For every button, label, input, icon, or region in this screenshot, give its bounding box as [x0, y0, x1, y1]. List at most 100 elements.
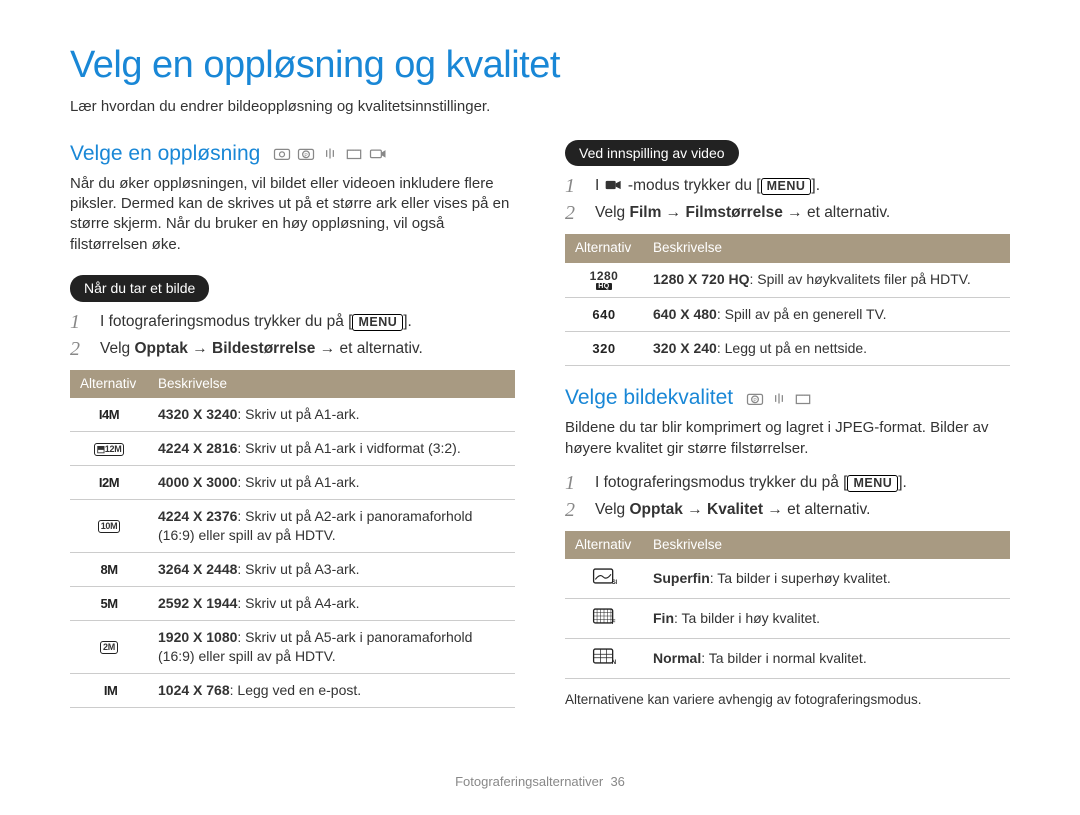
cell-bold: Fin — [653, 610, 674, 626]
cell-text: : Skriv ut på A1-ark. — [237, 406, 359, 422]
cell-text: : Legg ved en e-post. — [230, 682, 362, 698]
svg-text:P: P — [753, 397, 757, 403]
th-alternativ: Alternativ — [70, 370, 148, 398]
cell-bold: 1280 X 720 HQ — [653, 271, 750, 287]
step-arrow: → — [188, 340, 212, 357]
smart-icon — [272, 146, 292, 161]
table-row: I4M 4320 X 3240: Skriv ut på A1-ark. — [70, 398, 515, 432]
cell-text: : Legg ut på en nettside. — [717, 340, 867, 356]
step-bold: Kvalitet — [707, 501, 763, 518]
table-row: F Fin: Ta bilder i høy kvalitet. — [565, 598, 1010, 638]
step-text: I fotograferingsmodus trykker du på [ — [100, 313, 352, 330]
res-w10m-icon: 10M — [98, 520, 121, 533]
cell-bold: 4224 X 2376 — [158, 508, 237, 524]
quality-normal-icon: N — [591, 646, 617, 671]
table-row: 2M1920 X 1080: Skriv ut på A5-ark i pano… — [70, 620, 515, 673]
cell-text: : Ta bilder i superhøy kvalitet. — [710, 570, 891, 586]
menu-button: MENU — [761, 178, 812, 195]
intro-text: Når du øker oppløsningen, vil bildet ell… — [70, 174, 515, 255]
quality-intro: Bildene du tar blir komprimert og lagret… — [565, 418, 1010, 459]
res-14m-icon: I4M — [99, 406, 119, 424]
menu-button: MENU — [352, 314, 403, 331]
res-1280hq-icon: 1280HQ — [590, 270, 619, 290]
program-icon: P — [745, 391, 765, 406]
cell-bold: 4000 X 3000 — [158, 474, 237, 490]
footer-page-number: 36 — [610, 774, 624, 789]
quality-step-1: I fotograferingsmodus trykker du på [MEN… — [565, 473, 1010, 494]
step-text: → et alternativ. — [315, 340, 422, 357]
cell-bold: 2592 X 1944 — [158, 595, 237, 611]
step-bold: Bildestørrelse — [212, 340, 315, 357]
cell-text: : Ta bilder i høy kvalitet. — [674, 610, 820, 626]
photo-steps: I fotograferingsmodus trykker du på [MEN… — [70, 312, 515, 360]
page-footer: Fotograferingsalternativer 36 — [0, 773, 1080, 791]
quality-table: Alternativ Beskrivelse SFSuperfin: Ta bi… — [565, 531, 1010, 679]
quality-step-2: Velg Opptak → Kvalitet → et alternativ. — [565, 500, 1010, 521]
photo-res-table: Alternativ Beskrivelse I4M4320 X 3240: S… — [70, 370, 515, 708]
quality-fine-icon: F — [591, 606, 617, 631]
cell-bold: 3264 X 2448 — [158, 561, 237, 577]
cell-bold: 320 X 240 — [653, 340, 717, 356]
cell-bold: Normal — [653, 650, 701, 666]
mode-icons-row: P — [745, 391, 813, 406]
section-heading-quality: Velge bildekvalitet P — [565, 384, 1010, 412]
step-bold: Opptak — [629, 501, 682, 518]
cell-text: : Ta bilder i normal kvalitet. — [701, 650, 866, 666]
scene-icon — [793, 391, 813, 406]
step-arrow: → — [661, 204, 685, 221]
heading-label: Velge en oppløsning — [70, 140, 260, 168]
table-row: 5M2592 X 1944: Skriv ut på A4-ark. — [70, 586, 515, 620]
page-title: Velg en oppløsning og kvalitet — [70, 40, 1010, 91]
left-column: Velge en oppløsning P Når du øker oppløs… — [70, 140, 515, 718]
table-row: 320320 X 240: Legg ut på en nettside. — [565, 331, 1010, 365]
cell-bold: 640 X 480 — [653, 306, 717, 322]
video-mode-icon — [604, 178, 624, 193]
step-text: ]. — [898, 474, 907, 491]
svg-text:N: N — [612, 659, 616, 665]
th-beskrivelse: Beskrivelse — [643, 531, 1010, 559]
res-5m-icon: 5M — [100, 595, 117, 613]
table-row: ⬒12M4224 X 2816: Skriv ut på A1-ark i vi… — [70, 431, 515, 465]
th-beskrivelse: Beskrivelse — [643, 234, 1010, 262]
cell-bold: 1920 X 1080 — [158, 629, 237, 645]
table-row: 10M4224 X 2376: Skriv ut på A2-ark i pan… — [70, 499, 515, 552]
dual-is-icon — [320, 146, 340, 161]
res-8m-icon: 8M — [100, 561, 117, 579]
step-text: → et alternativ. — [763, 501, 870, 518]
cell-text: : Skriv ut på A1-ark i vidformat (3:2). — [237, 440, 460, 456]
quality-steps: I fotograferingsmodus trykker du på [MEN… — [565, 473, 1010, 521]
table-row: 8M 3264 X 2448: Skriv ut på A3-ark. — [70, 552, 515, 586]
video-res-table: Alternativ Beskrivelse 1280HQ 1280 X 720 … — [565, 234, 1010, 366]
cell-bold: 4320 X 3240 — [158, 406, 237, 422]
scene-icon — [344, 146, 364, 161]
heading-label: Velge bildekvalitet — [565, 384, 733, 412]
table-row: 640 640 X 480: Spill av på en generell TV… — [565, 297, 1010, 331]
step-text: Velg — [100, 340, 134, 357]
table-row: 1280HQ1280 X 720 HQ: Spill av høykvalite… — [565, 263, 1010, 298]
step-bold: Filmstørrelse — [685, 204, 782, 221]
table-row: I2M4000 X 3000: Skriv ut på A1-ark. — [70, 465, 515, 499]
res-w2m-icon: 2M — [100, 641, 118, 654]
quality-note: Alternativene kan variere avhengig av fo… — [565, 691, 1010, 709]
cell-bold: 1024 X 768 — [158, 682, 230, 698]
step-text: Velg — [595, 204, 629, 221]
svg-text:P: P — [305, 153, 309, 159]
th-alternativ: Alternativ — [565, 234, 643, 262]
step-text: ]. — [811, 177, 820, 194]
cell-text: : Spill av på en generell TV. — [717, 306, 887, 322]
step-text: -modus trykker du [ — [624, 177, 761, 194]
right-column: Ved innspilling av video I -modus trykke… — [565, 140, 1010, 718]
res-640-icon: 640 — [592, 306, 615, 324]
video-step-1: I -modus trykker du [MENU]. — [565, 176, 1010, 197]
cell-text: : Skriv ut på A3-ark. — [237, 561, 359, 577]
video-step-2: Velg Film → Filmstørrelse → et alternati… — [565, 203, 1010, 224]
cell-bold: 4224 X 2816 — [158, 440, 237, 456]
section-heading-resolution: Velge en oppløsning P — [70, 140, 515, 168]
svg-text:SF: SF — [612, 580, 617, 586]
cell-text: : Skriv ut på A1-ark. — [237, 474, 359, 490]
cell-bold: Superfin — [653, 570, 710, 586]
video-icon — [368, 146, 388, 161]
video-pill: Ved innspilling av video — [565, 140, 739, 167]
th-beskrivelse: Beskrivelse — [148, 370, 515, 398]
step-text: Velg — [595, 501, 629, 518]
